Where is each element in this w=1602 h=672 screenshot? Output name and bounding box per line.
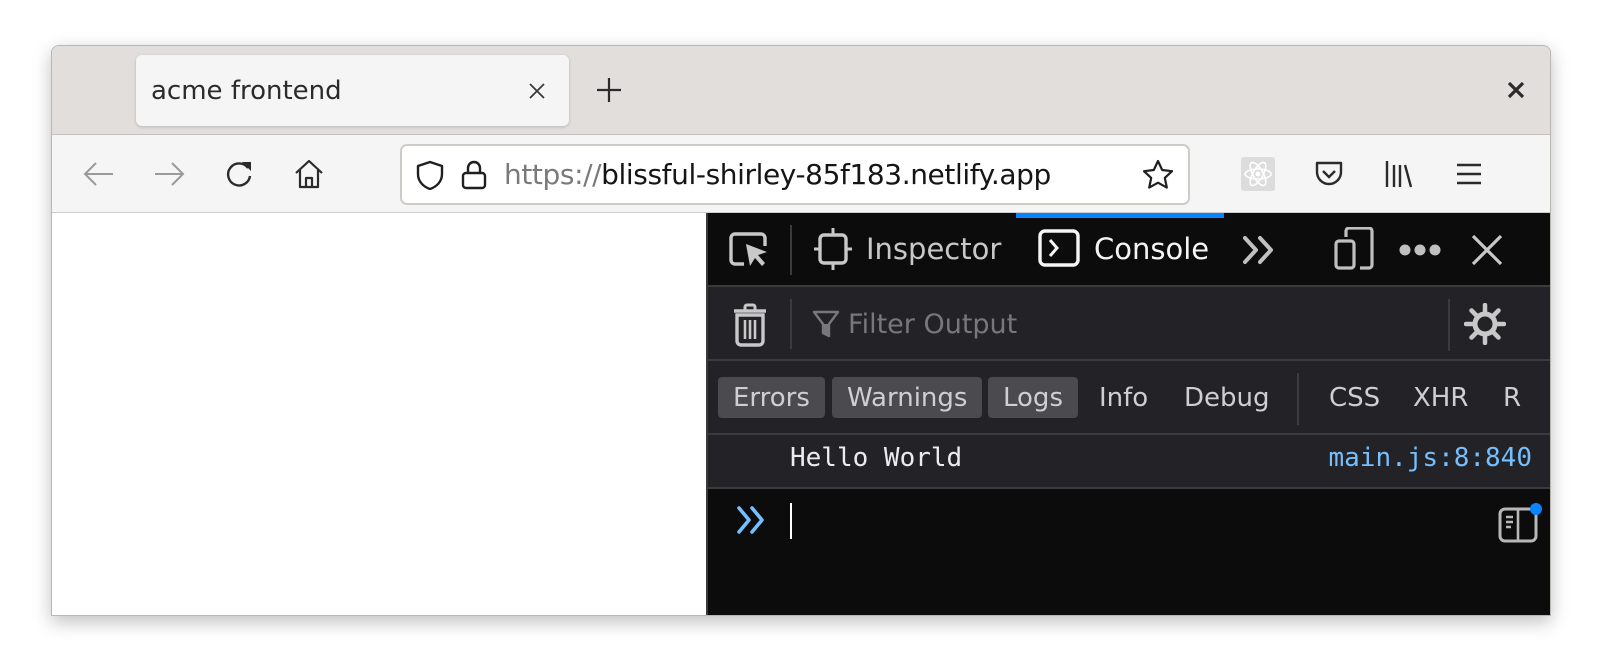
log-level-filters: Errors Warnings Logs Info Debug CSS XHR … — [708, 361, 1550, 435]
close-icon — [529, 82, 545, 99]
new-tab-button[interactable] — [589, 70, 629, 110]
filter-placeholder: Filter Output — [848, 308, 1018, 340]
inspector-icon — [814, 228, 852, 270]
lock-icon[interactable] — [456, 157, 492, 193]
star-icon — [1142, 159, 1174, 189]
responsive-design-button[interactable] — [1334, 227, 1374, 271]
devtools-close-button[interactable] — [1470, 233, 1504, 267]
web-page-content[interactable] — [52, 213, 706, 615]
devtools-panel: Inspector Console Filter Output Errors W… — [706, 213, 1550, 615]
filter-icon — [812, 310, 840, 338]
tab-acme-frontend[interactable]: acme frontend — [136, 55, 569, 126]
tab-title: acme frontend — [151, 75, 342, 106]
url-scheme: https:// — [504, 158, 602, 191]
trash-icon — [734, 303, 766, 347]
navigation-toolbar: https://blissful-shirley-85f183.netlify.… — [52, 135, 1550, 213]
console-filter-bar: Filter Output — [708, 287, 1550, 361]
back-button[interactable] — [78, 153, 120, 195]
gear-icon — [1464, 303, 1506, 345]
filter-errors-button[interactable]: Errors — [718, 377, 825, 418]
filter-requests-button[interactable]: R — [1488, 377, 1536, 418]
home-icon — [295, 159, 323, 189]
tab-label: Console — [1094, 232, 1210, 266]
element-picker-button[interactable] — [728, 230, 770, 270]
tab-console[interactable]: Console — [1038, 229, 1209, 269]
text-caret — [790, 503, 792, 539]
filter-debug-button[interactable]: Debug — [1169, 377, 1285, 418]
reload-icon — [226, 162, 252, 187]
react-devtools-icon — [1244, 161, 1272, 187]
editor-mode-toggle-icon[interactable] — [1498, 503, 1542, 543]
arrow-right-icon — [155, 162, 185, 186]
plus-icon — [597, 78, 621, 102]
react-devtools-button[interactable] — [1241, 157, 1275, 191]
menu-icon — [1457, 163, 1481, 185]
library-icon — [1385, 161, 1413, 188]
console-input[interactable] — [708, 489, 1550, 615]
pocket-button[interactable] — [1308, 153, 1350, 195]
toolbar-separator — [1297, 373, 1299, 425]
toolbar-separator — [1448, 299, 1450, 351]
tab-strip: acme frontend — [52, 46, 1550, 135]
devtools-options-button[interactable] — [1398, 243, 1442, 257]
bookmark-button[interactable] — [1138, 155, 1178, 195]
element-picker-icon — [729, 232, 767, 266]
filter-logs-button[interactable]: Logs — [988, 377, 1078, 418]
home-button[interactable] — [288, 153, 330, 195]
filter-info-button[interactable]: Info — [1084, 377, 1163, 418]
url-text[interactable]: https://blissful-shirley-85f183.netlify.… — [504, 158, 1138, 191]
window-close-button[interactable] — [1500, 74, 1532, 106]
forward-button[interactable] — [148, 153, 190, 195]
devtools-toolbar: Inspector Console — [708, 213, 1550, 287]
message-source-link[interactable]: main.js:8:840 — [1329, 443, 1533, 473]
responsive-design-icon — [1334, 227, 1374, 270]
prompt-chevron-icon — [737, 506, 764, 534]
console-settings-button[interactable] — [1464, 303, 1506, 345]
clear-console-button[interactable] — [732, 303, 768, 347]
double-chevron-right-icon — [1243, 236, 1273, 264]
close-icon — [1507, 81, 1525, 99]
filter-output-input[interactable]: Filter Output — [812, 301, 1432, 347]
library-button[interactable] — [1378, 153, 1420, 195]
url-bar[interactable]: https://blissful-shirley-85f183.netlify.… — [400, 144, 1190, 205]
toolbar-separator — [790, 225, 792, 275]
browser-window: acme frontend https://blissful-shirley-8… — [51, 45, 1551, 616]
url-host: blissful-shirley-85f183.netlify.app — [601, 158, 1051, 191]
more-options-icon — [1399, 244, 1441, 256]
active-tab-indicator — [1016, 213, 1224, 218]
filter-css-button[interactable]: CSS — [1314, 377, 1395, 418]
pocket-icon — [1315, 161, 1343, 186]
console-icon — [1038, 229, 1080, 267]
toolbar-separator — [790, 299, 792, 349]
arrow-left-icon — [83, 162, 113, 186]
tab-label: Inspector — [866, 232, 1002, 266]
message-text: Hello World — [790, 443, 963, 473]
filter-warnings-button[interactable]: Warnings — [832, 377, 983, 418]
more-tools-button[interactable] — [1242, 235, 1278, 265]
tab-close-button[interactable] — [517, 71, 557, 111]
close-icon — [1471, 234, 1503, 266]
tab-inspector[interactable]: Inspector — [814, 227, 1001, 271]
filter-xhr-button[interactable]: XHR — [1398, 377, 1483, 418]
reload-button[interactable] — [218, 153, 260, 195]
console-message: Hello World main.js:8:840 — [708, 435, 1550, 489]
app-menu-button[interactable] — [1448, 153, 1490, 195]
shield-icon[interactable] — [412, 157, 448, 193]
